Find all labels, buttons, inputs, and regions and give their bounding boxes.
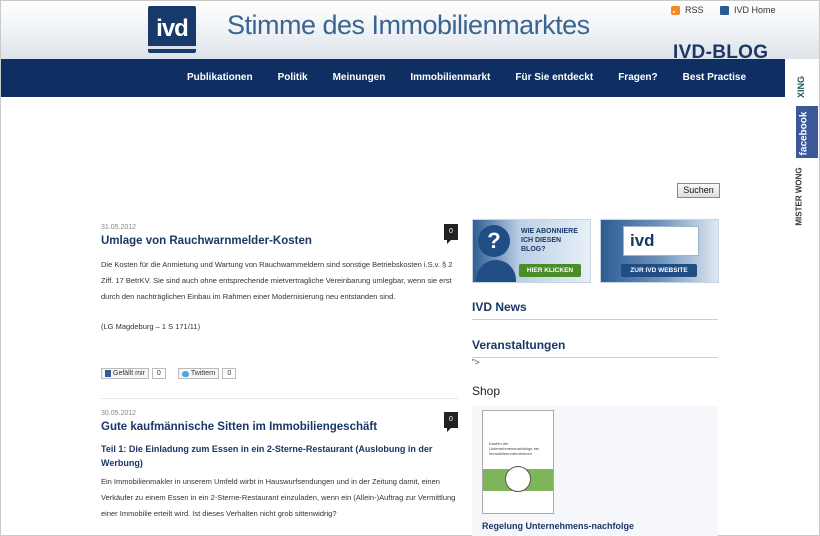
- post-citation: (LG Magdeburg – 1 S 171/11): [101, 322, 201, 331]
- nav-item-meinungen[interactable]: Meinungen: [333, 72, 386, 83]
- veranstaltungen-text: ">: [472, 358, 480, 367]
- share-bar: Gefällt mir 0 Twittern 0: [101, 368, 248, 379]
- nav-item-best-practise[interactable]: Best Practise: [683, 72, 746, 83]
- site-title: Stimme des Immobilienmarktes: [227, 10, 590, 40]
- shop-heading: Shop: [472, 384, 501, 398]
- mister-wong-icon: MISTER WONG: [794, 167, 804, 226]
- promo-text: WIE ABONNIERE ICH DIESEN BLOG?: [521, 228, 578, 253]
- post-2: 30.05.2012 Gute kaufmännische Sitten im …: [101, 410, 458, 522]
- site-header: ivd Stimme des Immobilienmarktes RSS IVD…: [1, 1, 819, 63]
- post-title[interactable]: Gute kaufmännische Sitten im Immobilieng…: [101, 421, 458, 433]
- xing-icon: XING: [796, 75, 807, 99]
- ivd-logo[interactable]: ivd: [148, 6, 196, 53]
- ivd-home-link[interactable]: IVD Home: [720, 5, 776, 15]
- facebook-icon: facebook: [798, 111, 810, 156]
- main-nav: Publikationen Politik Meinungen Immobili…: [1, 59, 785, 97]
- home-icon: [720, 5, 730, 15]
- ivd-news-heading[interactable]: IVD News: [472, 300, 718, 320]
- book-cover-emblem-icon: [505, 466, 531, 492]
- post-date: 31.05.2012: [101, 224, 137, 231]
- top-links: RSS IVD Home: [671, 5, 790, 17]
- facebook-like-button[interactable]: Gefällt mir: [101, 368, 149, 379]
- post-title[interactable]: Umlage von Rauchwarnmelder-Kosten: [101, 235, 458, 247]
- question-mark-icon: ?: [478, 225, 510, 257]
- facebook-button[interactable]: facebook: [796, 106, 818, 158]
- logo-text: ivd: [156, 15, 189, 42]
- comment-count-badge[interactable]: 0: [444, 224, 458, 244]
- facebook-like-count: 0: [151, 368, 166, 379]
- post-body: Ein Immobilienmakler in unserem Umfeld w…: [101, 477, 456, 518]
- mister-wong-button[interactable]: MISTER WONG: [794, 162, 818, 232]
- hier-klicken-button[interactable]: HIER KLICKEN: [519, 264, 581, 277]
- post-subtitle: Teil 1: Die Einladung zum Essen in ein 2…: [101, 444, 433, 468]
- nav-item-politik[interactable]: Politik: [278, 72, 308, 83]
- book-cover[interactable]: Kaufen der Unternehmensnachfolge bei Imm…: [482, 410, 554, 514]
- nav-item-fragen[interactable]: Fragen?: [618, 72, 657, 83]
- ivd-website-thumbnail: ivd: [623, 226, 699, 256]
- comment-count-badge[interactable]: 0: [444, 412, 458, 432]
- post-date: 30.05.2012: [101, 410, 137, 417]
- book-cover-title: Kaufen der Unternehmensnachfolge bei Imm…: [489, 441, 540, 456]
- xing-button[interactable]: XING: [796, 68, 818, 104]
- post-1: 31.05.2012 Umlage von Rauchwarnmelder-Ko…: [101, 224, 458, 335]
- nav-item-publikationen[interactable]: Publikationen: [187, 72, 253, 83]
- twitter-count: 0: [222, 368, 237, 379]
- nav-item-immobilienmarkt[interactable]: Immobilienmarkt: [410, 72, 490, 83]
- subscribe-promo[interactable]: ? WIE ABONNIERE ICH DIESEN BLOG? HIER KL…: [472, 219, 591, 283]
- twitter-button[interactable]: Twittern: [177, 368, 220, 379]
- ivd-website-promo[interactable]: ivd ZUR IVD WEBSITE: [600, 219, 719, 283]
- veranstaltungen-heading[interactable]: Veranstaltungen: [472, 338, 718, 358]
- zur-ivd-website-button[interactable]: ZUR IVD WEBSITE: [621, 264, 697, 277]
- twitter-bird-icon: [181, 370, 189, 377]
- search-button[interactable]: Suchen: [677, 183, 720, 198]
- book-caption[interactable]: Regelung Unternehmens-nachfolge: [482, 521, 634, 531]
- facebook-icon: [105, 370, 111, 377]
- post-divider: [101, 398, 458, 399]
- nav-item-fuer-sie-entdeckt[interactable]: Für Sie entdeckt: [515, 72, 593, 83]
- rss-icon: [671, 5, 680, 15]
- person-silhouette-icon: [476, 260, 516, 282]
- post-body: Die Kosten für die Anmietung und Wartung…: [101, 260, 453, 301]
- rss-link[interactable]: RSS: [671, 5, 704, 15]
